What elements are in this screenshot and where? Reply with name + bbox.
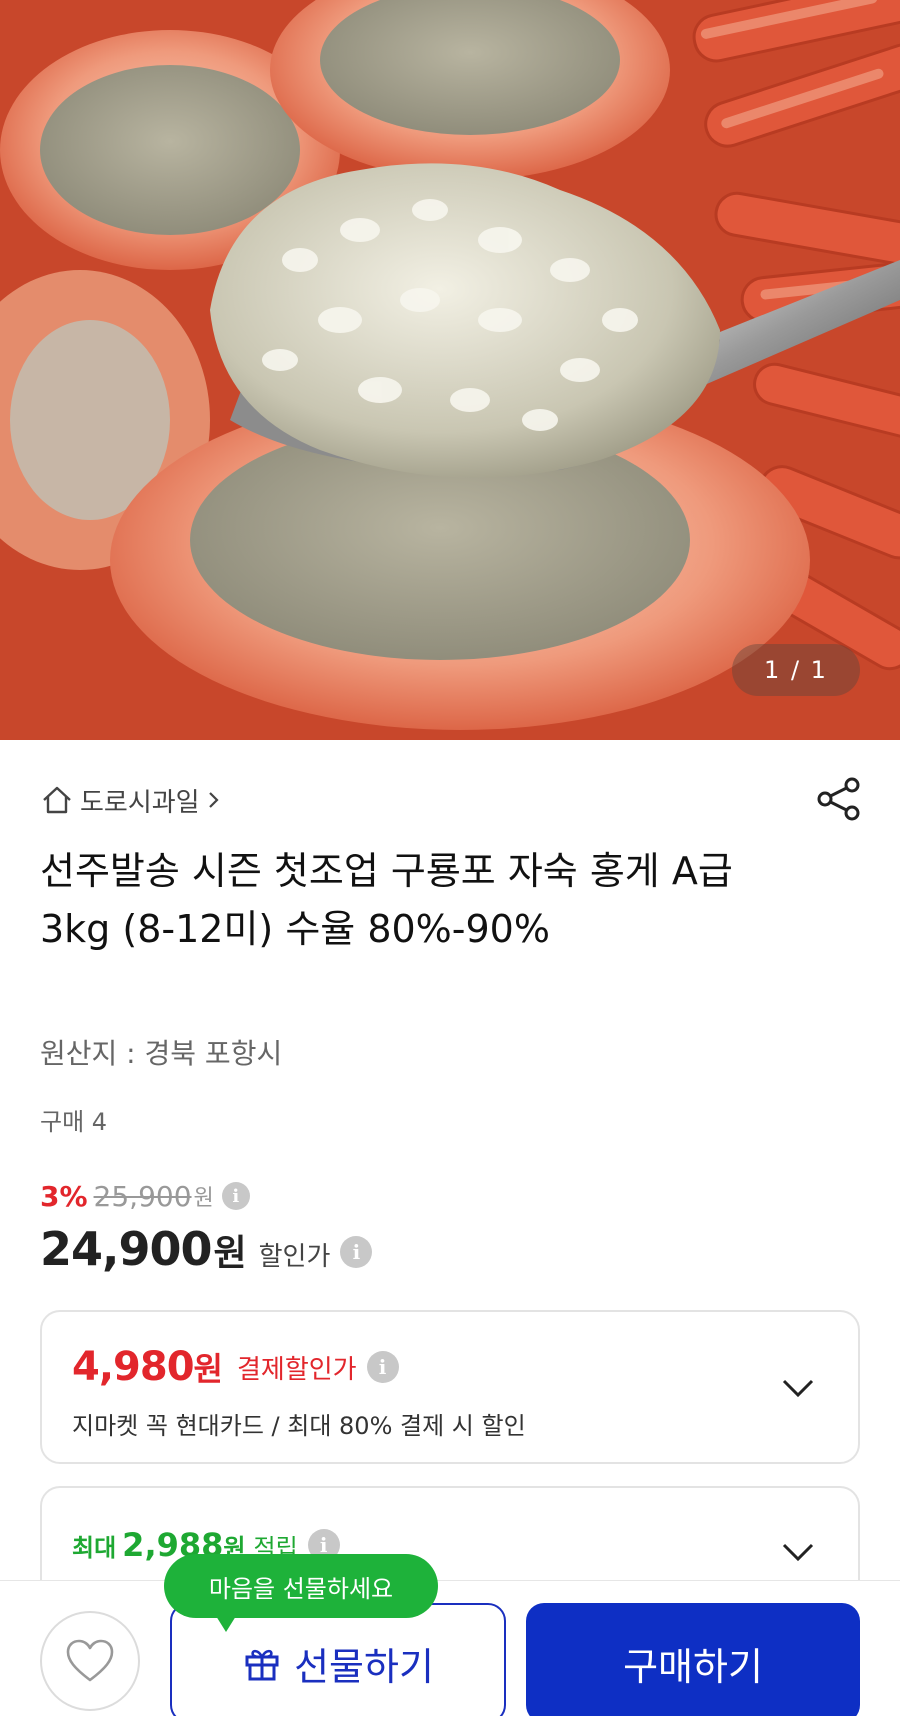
sale-currency: 원	[213, 1233, 247, 1274]
payment-discount-card[interactable]: 4,980 원 결제할인가 i 지마켓 꼭 현대카드 / 최대 80% 결제 시…	[40, 1310, 860, 1464]
gift-tooltip: 마음을 선물하세요	[164, 1554, 438, 1632]
gift-icon	[245, 1649, 279, 1681]
info-icon[interactable]: i	[221, 1182, 250, 1210]
discount-percent: 3%	[40, 1179, 88, 1213]
info-icon[interactable]: i	[366, 1351, 399, 1383]
reward-prefix: 최대	[72, 1534, 117, 1562]
sale-price-label: 할인가	[258, 1242, 331, 1272]
product-title: 선주발송 시즌 첫조업 구룡포 자숙 홍게 A급 3kg (8-12미) 수율 …	[40, 849, 733, 951]
payment-discount-currency: 원	[193, 1350, 223, 1388]
heart-icon	[66, 1639, 114, 1682]
sale-price: 24,900	[40, 1222, 213, 1276]
payment-discount-description: 지마켓 꼭 현대카드 / 최대 80% 결제 시 할인	[72, 1412, 526, 1440]
favorite-button[interactable]	[40, 1611, 140, 1711]
sale-price-row: 24,900 원 할인가 i	[40, 1222, 373, 1282]
gift-button-label: 선물하기	[294, 1644, 434, 1689]
buy-button-label: 구매하기	[623, 1644, 763, 1689]
crab-photo	[0, 0, 900, 740]
chevron-down-icon[interactable]	[778, 1368, 818, 1408]
chevron-right-icon	[208, 792, 219, 808]
chevron-down-icon[interactable]	[778, 1532, 818, 1572]
original-currency: 원	[193, 1186, 214, 1211]
purchase-count: 구매 4	[40, 1108, 108, 1136]
product-origin: 원산지 : 경북 포항시	[40, 1037, 283, 1070]
home-icon	[43, 786, 71, 814]
buy-button[interactable]: 구매하기	[526, 1603, 860, 1716]
payment-discount-label: 결제할인가	[236, 1354, 357, 1385]
share-icon[interactable]	[814, 774, 864, 824]
bottom-action-bar: 선물하기 구매하기	[0, 1580, 900, 1716]
store-name: 도로시과일	[80, 787, 200, 818]
info-icon[interactable]: i	[340, 1236, 373, 1268]
product-image[interactable]: 1 / 1	[0, 0, 900, 740]
payment-discount-amount: 4,980	[72, 1344, 195, 1390]
store-link[interactable]: 도로시과일	[40, 780, 224, 820]
discount-row: 3% 25,900 원 i	[40, 1178, 250, 1214]
image-counter: 1 / 1	[732, 644, 860, 696]
original-price: 25,900	[93, 1179, 192, 1213]
